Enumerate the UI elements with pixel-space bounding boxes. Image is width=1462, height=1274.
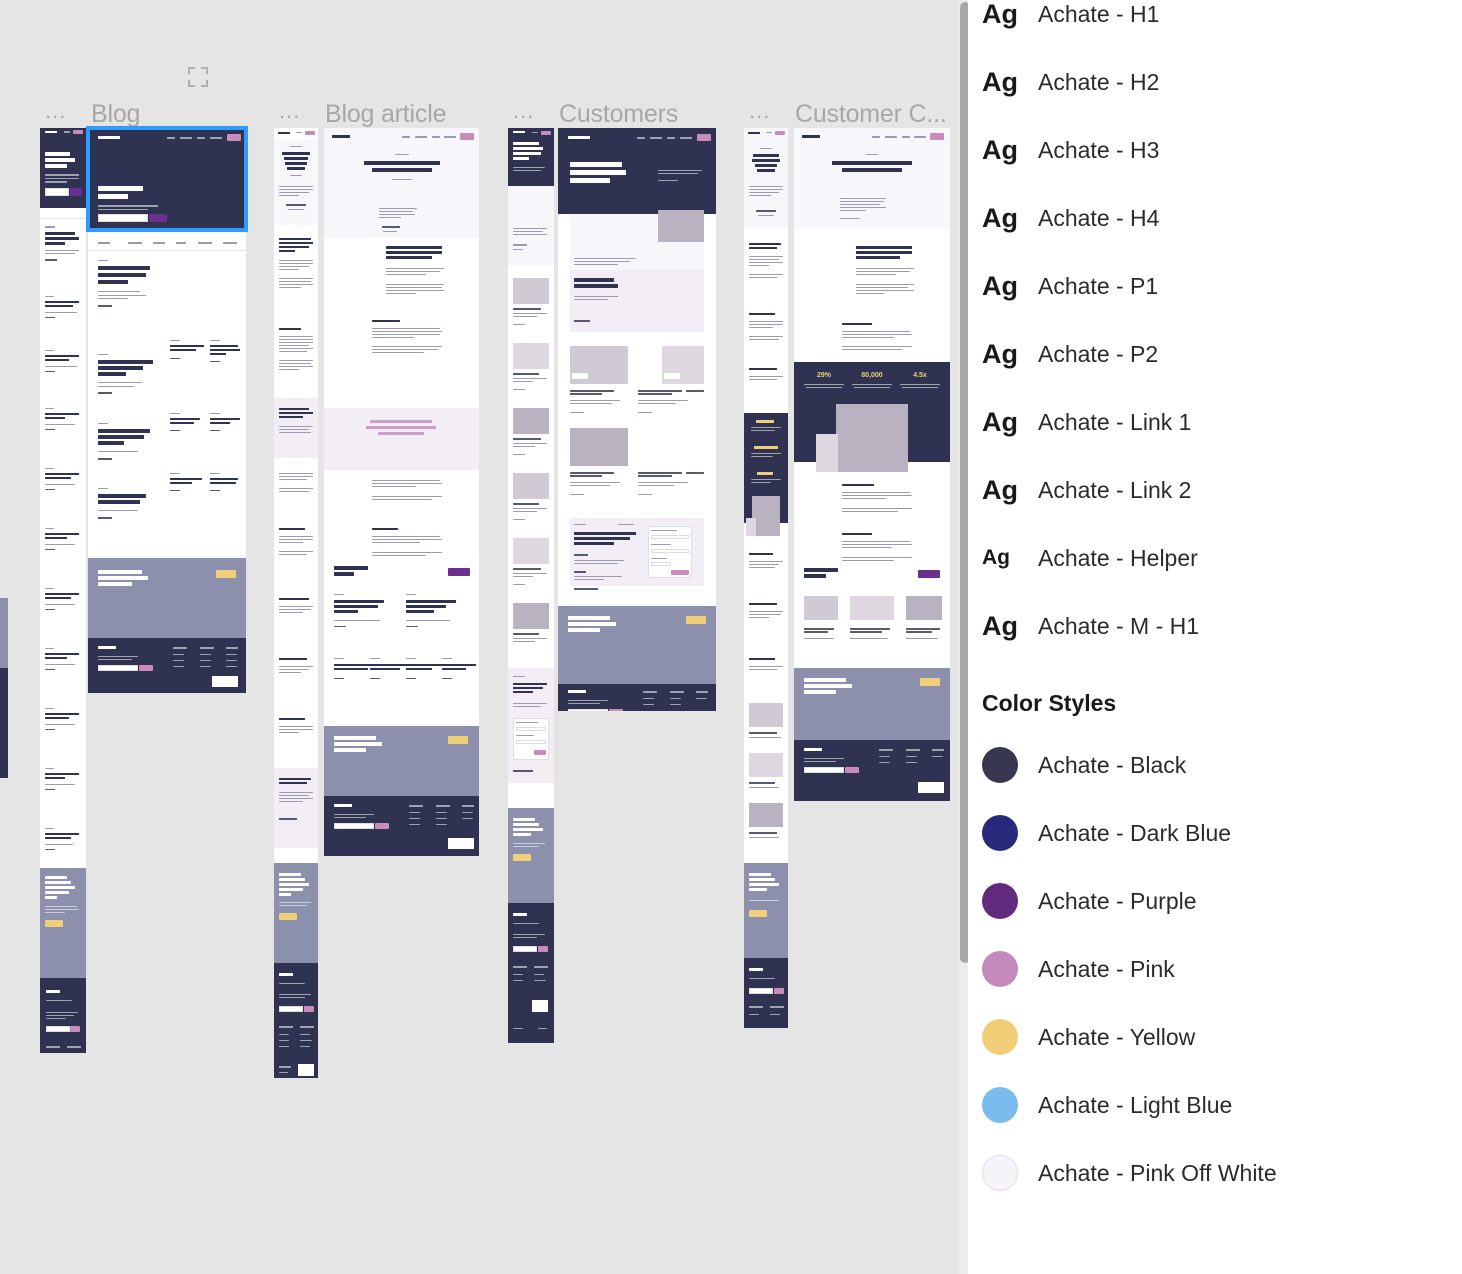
style-name-p2: Achate - P2 (1038, 340, 1159, 367)
ag-preview-icon: Ag (982, 406, 1018, 437)
style-name-h4: Achate - H4 (1038, 204, 1160, 231)
frame-dots-customer-case[interactable]: ... (749, 100, 770, 122)
style-row-h4[interactable]: Ag Achate - H4 (968, 184, 1462, 252)
style-row-p1[interactable]: Ag Achate - P1 (968, 252, 1462, 320)
artboard-partial-left-dark[interactable] (0, 668, 8, 778)
style-name-helper: Achate - Helper (1038, 544, 1198, 571)
style-name-h3: Achate - H3 (1038, 136, 1160, 163)
style-name-link-2: Achate - Link 2 (1038, 476, 1192, 503)
color-name-pink-off-white: Achate - Pink Off White (1038, 1159, 1277, 1186)
color-swatch-yellow (982, 1019, 1018, 1055)
color-swatch-pink-off-white (982, 1155, 1018, 1191)
frame-title-customer-case[interactable]: Customer C... (795, 100, 947, 129)
ag-preview-icon: Ag (982, 66, 1018, 97)
styles-panel[interactable]: Ag Ag Achate - H1 Ag Achate - H2 Ag Acha… (968, 0, 1462, 1274)
artboard-customer-case-desktop[interactable]: 29% 80,000 4.5x (794, 128, 950, 801)
style-row-h2[interactable]: Ag Achate - H2 (968, 48, 1462, 116)
style-row-h1[interactable]: Ag Achate - H1 (968, 0, 1462, 48)
color-name-yellow: Achate - Yellow (1038, 1023, 1196, 1050)
artboard-blog-article-desktop[interactable] (324, 128, 479, 856)
expand-icon[interactable] (188, 67, 208, 87)
frame-title-customers[interactable]: Customers (559, 100, 678, 129)
figma-window: ... Blog ... Blog article ... Customers … (0, 0, 1462, 1274)
style-row-helper[interactable]: Ag Achate - Helper (968, 524, 1462, 592)
color-swatch-dark-blue (982, 815, 1018, 851)
color-row-purple[interactable]: Achate - Purple (968, 867, 1462, 935)
frame-title-blog-article[interactable]: Blog article (325, 100, 446, 129)
style-name-p1: Achate - P1 (1038, 272, 1159, 299)
frame-title-blog[interactable]: Blog (91, 100, 140, 129)
ag-preview-icon: Ag (982, 610, 1018, 641)
color-name-light-blue: Achate - Light Blue (1038, 1091, 1233, 1118)
color-row-yellow[interactable]: Achate - Yellow (968, 1003, 1462, 1071)
style-name-link-1: Achate - Link 1 (1038, 408, 1192, 435)
ag-preview-icon: Ag (982, 270, 1018, 301)
color-swatch-light-blue (982, 1087, 1018, 1123)
frame-dots-customers[interactable]: ... (513, 100, 534, 122)
ag-preview-icon: Ag (982, 0, 1018, 29)
color-swatch-purple (982, 883, 1018, 919)
ag-preview-icon: Ag (982, 546, 1010, 569)
frame-dots-blog[interactable]: ... (45, 100, 66, 122)
ag-preview-icon: Ag (982, 134, 1018, 165)
artboard-customer-case-mobile[interactable] (744, 128, 788, 1028)
style-row-h3[interactable]: Ag Achate - H3 (968, 116, 1462, 184)
artboard-blog-desktop[interactable] (88, 128, 246, 693)
color-swatch-pink (982, 951, 1018, 987)
style-row-link-1[interactable]: Ag Achate - Link 1 (968, 388, 1462, 456)
stat-value-3: 4.5x (913, 372, 927, 379)
artboard-customers-desktop[interactable] (558, 128, 716, 711)
ag-preview-icon: Ag (982, 474, 1018, 505)
color-row-dark-blue[interactable]: Achate - Dark Blue (968, 799, 1462, 867)
color-row-black[interactable]: Achate - Black (968, 731, 1462, 799)
color-name-purple: Achate - Purple (1038, 887, 1197, 914)
design-canvas[interactable]: ... Blog ... Blog article ... Customers … (0, 0, 968, 1274)
style-name-h2: Achate - H2 (1038, 68, 1160, 95)
style-row-m-h1[interactable]: Ag Achate - M - H1 (968, 592, 1462, 660)
ag-preview-icon: Ag (982, 338, 1018, 369)
artboard-blog-mobile[interactable] (40, 128, 86, 1053)
ag-preview-icon: Ag (982, 202, 1018, 233)
artboard-blog-article-mobile[interactable] (274, 128, 318, 1078)
color-name-pink: Achate - Pink (1038, 955, 1175, 982)
style-name-h1: Achate - H1 (1038, 0, 1160, 27)
color-row-pink-off-white[interactable]: Achate - Pink Off White (968, 1139, 1462, 1207)
style-name-m-h1: Achate - M - H1 (1038, 612, 1200, 639)
color-row-light-blue[interactable]: Achate - Light Blue (968, 1071, 1462, 1139)
style-row-link-2[interactable]: Ag Achate - Link 2 (968, 456, 1462, 524)
frame-dots-blog-article[interactable]: ... (279, 100, 300, 122)
color-row-pink[interactable]: Achate - Pink (968, 935, 1462, 1003)
color-styles-heading: Color Styles (982, 690, 1117, 716)
color-swatch-black (982, 747, 1018, 783)
color-name-dark-blue: Achate - Dark Blue (1038, 819, 1232, 846)
stat-value-1: 29% (816, 372, 831, 379)
stat-value-2: 80,000 (861, 372, 883, 379)
style-row-p2[interactable]: Ag Achate - P2 (968, 320, 1462, 388)
artboard-customers-mobile[interactable] (508, 128, 554, 1043)
color-name-black: Achate - Black (1038, 751, 1187, 778)
